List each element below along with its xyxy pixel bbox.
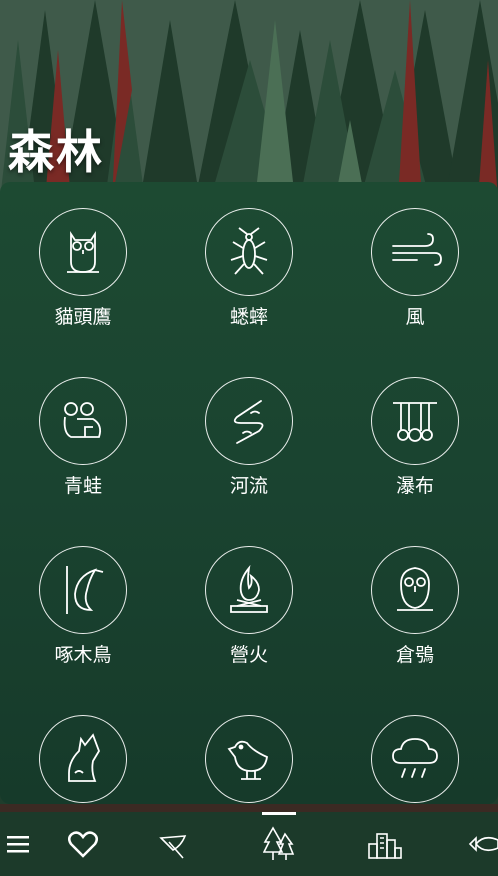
- forest-header-image: 森林: [0, 0, 498, 200]
- cricket-icon[interactable]: [205, 208, 293, 296]
- woodpecker-icon[interactable]: [39, 546, 127, 634]
- river-icon[interactable]: [205, 377, 293, 465]
- wolf-icon[interactable]: [39, 715, 127, 803]
- menu-icon: [7, 836, 29, 853]
- fish-icon: [468, 836, 498, 852]
- favorites-tab[interactable]: [60, 812, 106, 876]
- sound-tile-woodpecker[interactable]: 啄木鳥: [0, 546, 166, 667]
- sound-tile-campfire[interactable]: 營火: [166, 546, 332, 667]
- waterfall-icon[interactable]: [371, 377, 459, 465]
- rain-icon[interactable]: [371, 715, 459, 803]
- frog-icon[interactable]: [39, 377, 127, 465]
- sound-label: 青蛙: [63, 475, 102, 497]
- heart-icon: [68, 831, 98, 858]
- page-title: 森林: [8, 125, 104, 179]
- sound-tile-waterfall[interactable]: 瀑布: [332, 377, 498, 498]
- bird-icon[interactable]: [205, 715, 293, 803]
- campfire-icon[interactable]: [205, 546, 293, 634]
- sound-grid: 貓頭鷹 蟋蟀 風 青蛙 河流 瀑布 啄木鳥 營火 倉鴞: [0, 208, 498, 836]
- forest-tab[interactable]: [256, 812, 302, 876]
- wind-icon[interactable]: [371, 208, 459, 296]
- sound-tile-wind[interactable]: 風: [332, 208, 498, 329]
- city-tab[interactable]: [362, 812, 408, 876]
- forest-icon: [263, 826, 295, 860]
- sound-label: 倉鴞: [395, 644, 434, 666]
- owl-icon[interactable]: [39, 208, 127, 296]
- sound-label: 瀑布: [395, 475, 434, 497]
- beach-tab[interactable]: [150, 812, 196, 876]
- divider: [0, 804, 498, 812]
- sound-label: 營火: [229, 644, 268, 666]
- sound-label: 啄木鳥: [54, 644, 112, 666]
- sound-tile-river[interactable]: 河流: [166, 377, 332, 498]
- ocean-tab[interactable]: [468, 812, 498, 876]
- active-tab-indicator: [262, 812, 296, 815]
- sound-tile-barn-owl[interactable]: 倉鴞: [332, 546, 498, 667]
- sound-label: 河流: [229, 475, 268, 497]
- sound-label: 風: [405, 306, 425, 328]
- menu-button[interactable]: [0, 812, 36, 876]
- sound-label: 貓頭鷹: [54, 306, 112, 328]
- sound-tile-cricket[interactable]: 蟋蟀: [166, 208, 332, 329]
- beach-umbrella-icon: [159, 835, 187, 859]
- bottom-tab-bar: [0, 812, 498, 876]
- city-icon: [368, 833, 402, 859]
- sounds-panel: 貓頭鷹 蟋蟀 風 青蛙 河流 瀑布 啄木鳥 營火 倉鴞: [0, 182, 498, 835]
- barn-owl-icon[interactable]: [371, 546, 459, 634]
- sound-label: 蟋蟀: [229, 306, 268, 328]
- sound-tile-frog[interactable]: 青蛙: [0, 377, 166, 498]
- sound-tile-owl[interactable]: 貓頭鷹: [0, 208, 166, 329]
